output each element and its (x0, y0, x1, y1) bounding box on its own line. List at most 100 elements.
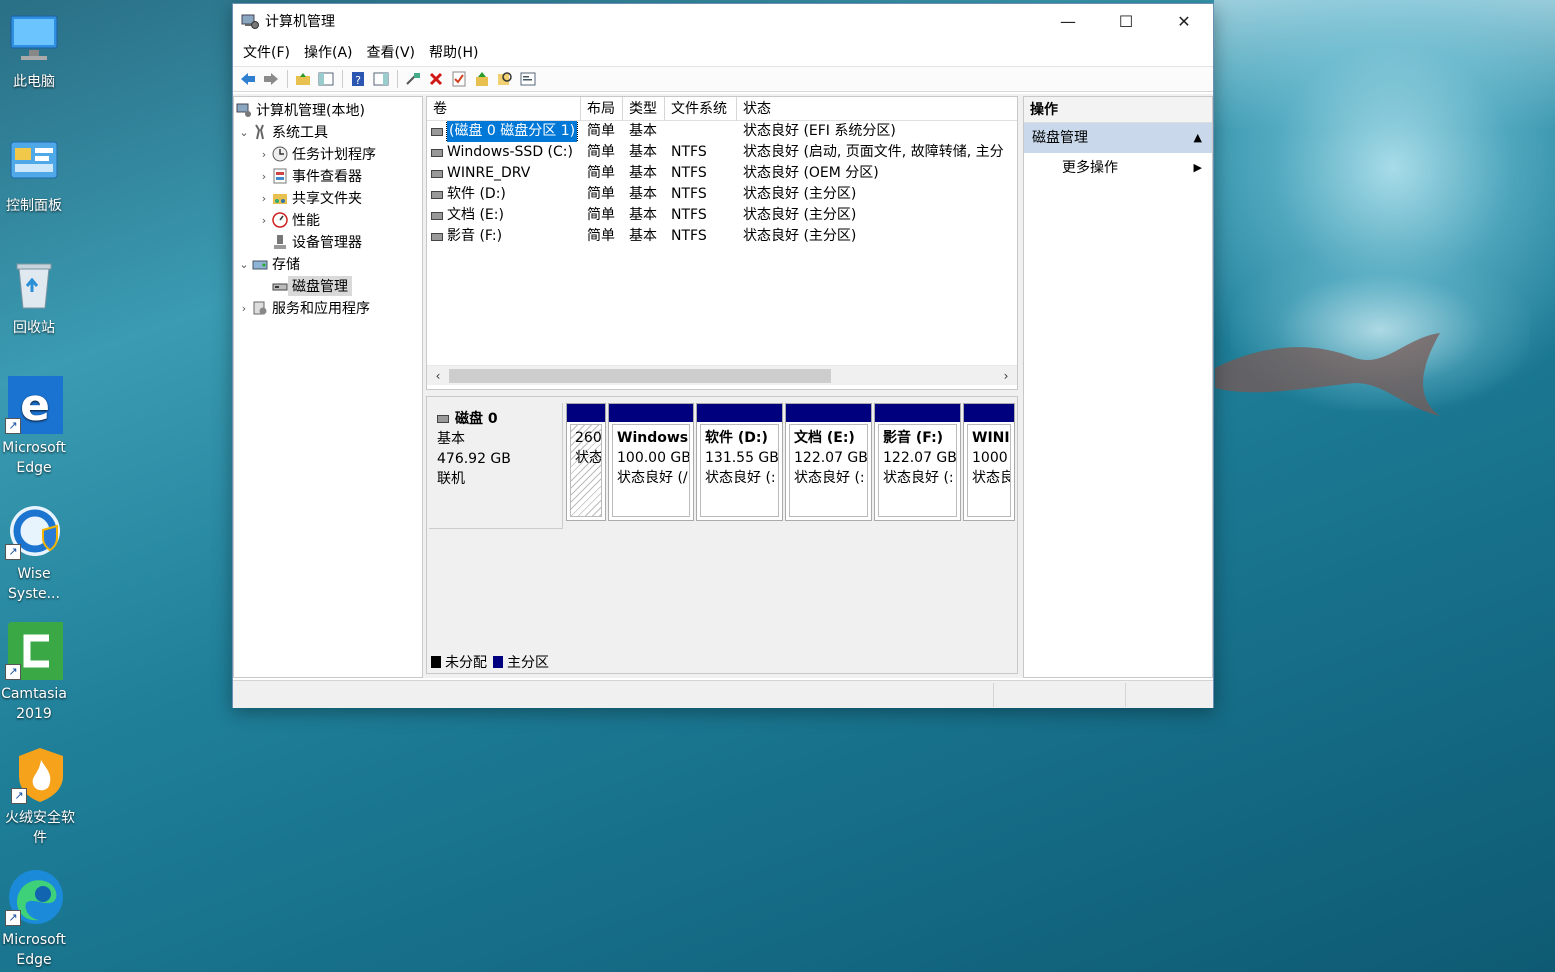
partition-bar (697, 404, 782, 422)
help-icon[interactable]: ? (347, 68, 369, 90)
desktop-icon-control-panel[interactable]: 控制面板 (0, 134, 68, 216)
chevron-right-icon[interactable]: › (236, 302, 252, 315)
partition-size: 1000 (972, 450, 1008, 466)
menu-file[interactable]: 文件(F) (237, 42, 296, 62)
volume-list-header: 卷 布局 类型 文件系统 状态 (427, 97, 1017, 121)
chevron-down-icon[interactable]: ⌄ (236, 258, 252, 271)
layout-cell: 简单 (587, 186, 615, 202)
tree-item-device-manager[interactable]: 设备管理器 (272, 231, 362, 253)
wise-system-icon: ↗ (5, 502, 63, 560)
properties-icon[interactable] (448, 68, 470, 90)
table-row[interactable]: 影音 (F:) 简单 基本 NTFS 状态良好 (主分区) (427, 226, 1017, 247)
desktop-icon-huorong[interactable]: ↗ 火绒安全软件 (0, 746, 80, 848)
partition-name: 文档 (E:) (794, 430, 855, 446)
filesystem-cell: NTFS (671, 207, 707, 223)
rescan-icon[interactable] (471, 68, 493, 90)
minimize-button[interactable]: — (1039, 4, 1097, 38)
collapse-up-icon[interactable]: ▲ (1194, 123, 1202, 153)
chevron-right-icon[interactable]: › (256, 148, 272, 161)
table-row[interactable]: 软件 (D:) 简单 基本 NTFS 状态良好 (主分区) (427, 184, 1017, 205)
tree-item-disk-management[interactable]: 磁盘管理 (272, 275, 352, 297)
desktop-icon-label: 火绒安全软件 (5, 810, 75, 846)
column-header-status[interactable]: 状态 (737, 97, 1017, 121)
partition-efi[interactable]: 260 状态 (566, 403, 606, 521)
scroll-right-icon[interactable]: › (997, 366, 1015, 386)
connect-icon[interactable] (402, 68, 424, 90)
partition-winre[interactable]: WINI 1000 状态良 (963, 403, 1015, 521)
desktop-icon-edge[interactable]: ↗ Microsoft Edge (0, 868, 68, 970)
performance-icon (272, 212, 288, 228)
table-row[interactable]: 文档 (E:) 简单 基本 NTFS 状态良好 (主分区) (427, 205, 1017, 226)
table-row[interactable]: (磁盘 0 磁盘分区 1) 简单 基本 状态良好 (EFI 系统分区) (427, 121, 1017, 142)
tree-item-event-viewer[interactable]: › 事件查看器 (256, 165, 362, 187)
more-actions-item[interactable]: 更多操作 ▶ (1024, 153, 1212, 183)
delete-icon[interactable] (425, 68, 447, 90)
disk-icon (431, 190, 443, 199)
scroll-left-icon[interactable]: ‹ (429, 366, 447, 386)
table-row[interactable]: Windows-SSD (C:) 简单 基本 NTFS 状态良好 (启动, 页面… (427, 142, 1017, 163)
title-bar[interactable]: 计算机管理 — ☐ ✕ (233, 4, 1213, 38)
partition-f[interactable]: 影音 (F:) 122.07 GB 状态良好 (: (874, 403, 961, 521)
actions-section-disk-management[interactable]: 磁盘管理 ▲ (1024, 123, 1212, 153)
chevron-right-icon[interactable]: › (256, 170, 272, 183)
partition-status: 状态良 (972, 470, 1011, 486)
disk-0-label[interactable]: 磁盘 0 基本 476.92 GB 联机 (429, 403, 563, 529)
desktop-icon-this-pc[interactable]: 此电脑 (0, 10, 68, 92)
maximize-button[interactable]: ☐ (1097, 4, 1155, 38)
partition-d[interactable]: 软件 (D:) 131.55 GB 状态良好 (: (696, 403, 783, 521)
forward-icon[interactable] (260, 68, 282, 90)
huorong-icon: ↗ (11, 746, 69, 804)
disk-icon (431, 169, 443, 178)
disk-size: 476.92 GB (437, 451, 511, 467)
desktop-icon-edge-legacy[interactable]: e ↗ Microsoft Edge (0, 376, 68, 478)
partition-size: 100.00 GB (617, 450, 690, 466)
menu-help[interactable]: 帮助(H) (423, 42, 484, 62)
disk-icon (431, 148, 443, 157)
volume-list: 卷 布局 类型 文件系统 状态 (磁盘 0 磁盘分区 1) 简单 基本 状态良好… (426, 96, 1018, 390)
up-folder-icon[interactable] (292, 68, 314, 90)
partition-info: 文档 (E:) 122.07 GB 状态良好 (: (789, 424, 868, 517)
tree-item-performance[interactable]: › 性能 (256, 209, 320, 231)
column-header-volume[interactable]: 卷 (427, 97, 581, 121)
legend: 未分配 主分区 (431, 653, 549, 671)
partition-windows[interactable]: Windows 100.00 GB 状态良好 (/ (608, 403, 694, 521)
column-header-type[interactable]: 类型 (623, 97, 665, 121)
tree-item-root[interactable]: 计算机管理(本地) (236, 99, 365, 121)
chevron-right-icon[interactable]: › (256, 214, 272, 227)
shortcut-arrow-icon: ↗ (5, 418, 21, 434)
tree-item-task-scheduler[interactable]: › 任务计划程序 (256, 143, 376, 165)
menu-action[interactable]: 操作(A) (298, 42, 359, 62)
layout-cell: 简单 (587, 144, 615, 160)
partition-bar (875, 404, 960, 422)
volume-name-cell: 文档 (E:) (427, 205, 581, 226)
tree-item-storage[interactable]: ⌄ 存储 (236, 253, 300, 275)
show-hide-action-pane-icon[interactable] (370, 68, 392, 90)
main-content: 计算机管理(本地) ⌄ 系统工具 › 任务计划程序 › 事件查看器 › 共享文件… (233, 94, 1213, 678)
scrollbar-thumb[interactable] (449, 369, 831, 383)
column-header-layout[interactable]: 布局 (581, 97, 623, 121)
menu-view[interactable]: 查看(V) (361, 42, 422, 62)
shortcut-arrow-icon: ↗ (5, 910, 21, 926)
console-icon[interactable] (517, 68, 539, 90)
desktop-icon-camtasia[interactable]: ↗ Camtasia 2019 (0, 622, 68, 724)
horizontal-scrollbar[interactable]: ‹ › (427, 365, 1017, 385)
partition-e[interactable]: 文档 (E:) 122.07 GB 状态良好 (: (785, 403, 872, 521)
status-cell: 状态良好 (OEM 分区) (743, 165, 879, 181)
wallpaper-highlight (1214, 0, 1555, 130)
disk-icon (431, 127, 443, 136)
partition-size: 122.07 GB (794, 450, 868, 466)
column-header-filesystem[interactable]: 文件系统 (665, 97, 737, 121)
desktop-icon-recycle-bin[interactable]: 回收站 (0, 256, 68, 338)
search-icon[interactable] (494, 68, 516, 90)
chevron-down-icon[interactable]: ⌄ (236, 126, 252, 139)
tree-item-services-apps[interactable]: › 服务和应用程序 (236, 297, 370, 319)
back-icon[interactable] (237, 68, 259, 90)
tree-item-shared-folders[interactable]: › 共享文件夹 (256, 187, 362, 209)
tree-item-system-tools[interactable]: ⌄ 系统工具 (236, 121, 328, 143)
show-hide-tree-icon[interactable] (315, 68, 337, 90)
close-button[interactable]: ✕ (1155, 4, 1213, 38)
table-row[interactable]: WINRE_DRV 简单 基本 NTFS 状态良好 (OEM 分区) (427, 163, 1017, 184)
desktop-icon-wise-system[interactable]: ↗ Wise Syste... (0, 502, 68, 604)
tree-label: 设备管理器 (292, 235, 362, 251)
chevron-right-icon[interactable]: › (256, 192, 272, 205)
